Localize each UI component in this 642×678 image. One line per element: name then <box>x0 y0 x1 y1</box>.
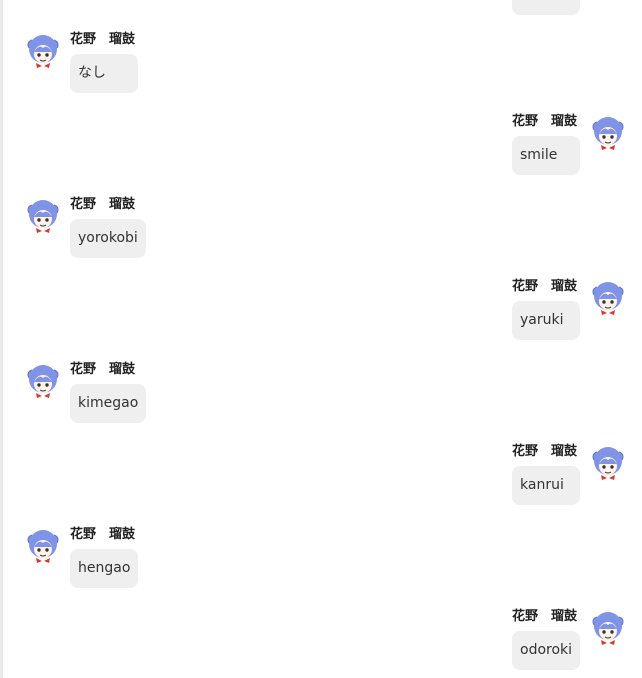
chat-message: 花野 瑠鼓 hengao <box>24 527 184 602</box>
sender-name: 花野 瑠鼓 <box>512 114 578 129</box>
avatar <box>589 114 627 152</box>
sender-name: 花野 瑠鼓 <box>70 527 136 542</box>
character-avatar-icon <box>592 117 624 150</box>
message-bubble: hengao <box>70 549 139 588</box>
character-avatar-icon <box>592 612 624 645</box>
message-bubble: odoroki <box>512 631 581 670</box>
avatar <box>589 609 627 647</box>
chat-message: 花野 瑠鼓 なし <box>24 32 184 107</box>
avatar <box>24 362 62 400</box>
chat-thread[interactable]: 花野 瑠鼓 なし 花野 瑠鼓 smile 花野 瑠鼓 yorokobi 花野 瑠… <box>0 0 642 678</box>
chat-message: 花野 瑠鼓 yorokobi <box>24 197 184 272</box>
avatar <box>24 527 62 565</box>
character-avatar-icon <box>27 200 59 233</box>
chat-message: 花野 瑠鼓 odoroki <box>460 609 630 678</box>
avatar <box>24 197 62 235</box>
avatar <box>589 444 627 482</box>
character-avatar-icon <box>592 282 624 315</box>
chat-page: 花野 瑠鼓 なし 花野 瑠鼓 smile 花野 瑠鼓 yorokobi 花野 瑠… <box>0 0 642 678</box>
chat-message: 花野 瑠鼓 yaruki <box>460 279 630 354</box>
sender-name: 花野 瑠鼓 <box>512 279 578 294</box>
sender-name: 花野 瑠鼓 <box>70 362 136 377</box>
character-avatar-icon <box>592 447 624 480</box>
message-bubble: yorokobi <box>70 219 146 258</box>
avatar <box>24 32 62 70</box>
character-avatar-icon <box>27 365 59 398</box>
chat-message: 花野 瑠鼓 kanrui <box>460 444 630 519</box>
character-avatar-icon <box>27 35 59 68</box>
message-bubble: smile <box>512 136 580 175</box>
sender-name: 花野 瑠鼓 <box>512 609 578 624</box>
message-bubble: kimegao <box>70 384 147 423</box>
message-bubble: kanrui <box>512 466 580 505</box>
chat-message: 花野 瑠鼓 smile <box>460 114 630 189</box>
previous-message-bubble <box>512 0 580 15</box>
avatar <box>589 279 627 317</box>
chat-message: 花野 瑠鼓 kimegao <box>24 362 184 437</box>
sender-name: 花野 瑠鼓 <box>70 197 136 212</box>
message-bubble: なし <box>70 54 138 93</box>
sender-name: 花野 瑠鼓 <box>512 444 578 459</box>
sender-name: 花野 瑠鼓 <box>70 32 136 47</box>
message-bubble: yaruki <box>512 301 580 340</box>
character-avatar-icon <box>27 530 59 563</box>
